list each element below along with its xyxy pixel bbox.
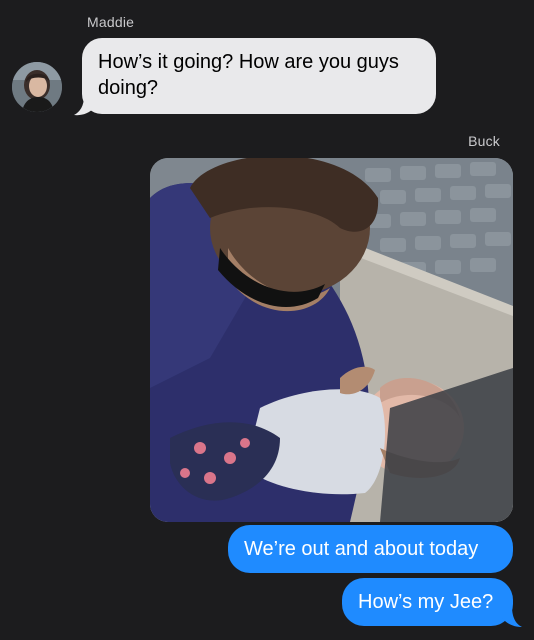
avatar[interactable] xyxy=(12,62,62,112)
avatar-image xyxy=(12,62,62,112)
incoming-message-bubble[interactable]: How’s it going? How are you guys doing? xyxy=(82,38,436,114)
photo-attachment[interactable] xyxy=(150,158,513,522)
photo-image xyxy=(150,158,513,522)
sender-name-maddie: Maddie xyxy=(87,14,135,30)
sender-name-buck: Buck xyxy=(468,133,500,149)
bubble-tail-icon xyxy=(74,96,94,116)
outgoing-message-bubble[interactable]: We’re out and about today xyxy=(228,525,513,573)
outgoing-message-bubble[interactable]: How’s my Jee? xyxy=(342,578,513,626)
bubble-tail-icon xyxy=(502,606,522,627)
